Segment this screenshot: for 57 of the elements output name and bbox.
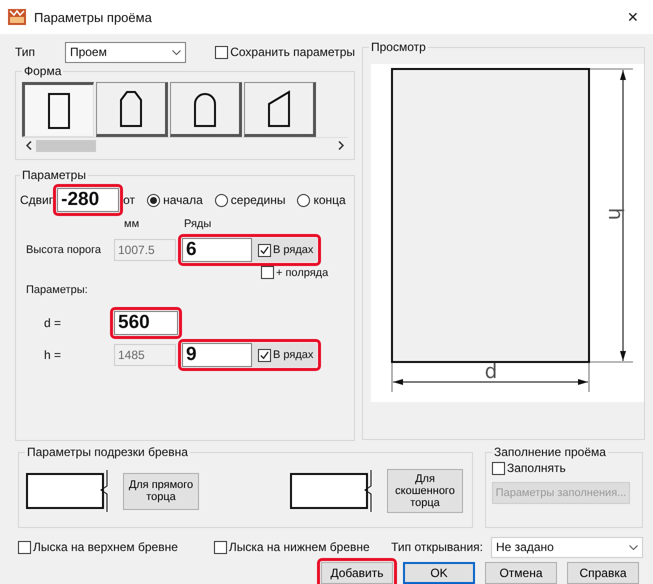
checkbox-label: В рядах: [273, 349, 314, 361]
unit-label: мм: [124, 218, 140, 230]
field-label: Сдвиг: [20, 193, 54, 207]
shape-button[interactable]: [22, 82, 94, 137]
checkbox[interactable]: [214, 540, 227, 554]
checkbox-label: Лыска на нижнем бревне: [228, 540, 370, 554]
radio-button[interactable]: [147, 194, 160, 206]
checkbox-label: + полряда: [276, 266, 328, 278]
radio-button[interactable]: [297, 194, 310, 206]
type-dropdown[interactable]: Проем: [64, 42, 186, 62]
scroll-right-icon[interactable]: [338, 141, 344, 150]
dimension-label: h: [604, 208, 628, 220]
radio-label: начала: [163, 193, 203, 207]
group-title: Просмотр: [370, 40, 427, 54]
trim-button[interactable]: Для прямого торца: [123, 472, 199, 510]
checkbox[interactable]: [261, 266, 274, 279]
scroll-left-icon[interactable]: [26, 141, 32, 150]
dialog-button[interactable]: Отмена: [485, 562, 557, 584]
dropdown-caret-icon: [629, 544, 638, 550]
field-label: Тип: [15, 45, 36, 59]
field-label: h =: [43, 348, 62, 362]
group-title: Параметры: [21, 168, 87, 182]
field-label: d =: [43, 316, 62, 330]
dialog-button[interactable]: Добавить: [321, 562, 393, 584]
shape-button[interactable]: [244, 82, 316, 137]
radio-label: конца: [313, 193, 346, 207]
checkbox[interactable]: [215, 46, 228, 58]
shape-button[interactable]: [170, 82, 242, 137]
checkbox-label: Заполнять: [507, 461, 566, 475]
opening-type-dropdown[interactable]: Не задано: [491, 536, 643, 558]
checkbox-label: В рядах: [273, 244, 314, 256]
scrollbar-thumb[interactable]: [36, 140, 96, 152]
shape-button[interactable]: [96, 82, 168, 137]
checkbox-label: Лыска на верхнем бревне: [33, 540, 178, 554]
shift-field[interactable]: -280: [57, 188, 120, 212]
field-label: Тип открывания:: [391, 540, 483, 554]
radio-label: середины: [230, 193, 286, 207]
trim-button[interactable]: Для скошенного торца: [387, 469, 463, 513]
dialog-button[interactable]: Справка: [567, 562, 639, 584]
dropdown-caret-icon: [172, 50, 182, 54]
d-field[interactable]: 560: [114, 311, 178, 335]
group-title: Параметры подрезки бревна: [26, 445, 189, 459]
checkbox[interactable]: [492, 462, 505, 474]
app-icon: [8, 9, 26, 25]
checkbox-label: Сохранить параметры: [230, 45, 355, 59]
group-title: Заполнение проёма: [493, 445, 607, 459]
dialog-button[interactable]: OK: [403, 562, 475, 584]
column-header: Ряды: [184, 218, 212, 230]
field-label: Высота порога: [25, 244, 102, 256]
radio-button[interactable]: [214, 194, 228, 206]
dimension-label: d: [484, 359, 498, 383]
group-title: Форма: [23, 64, 62, 78]
section-label: Параметры:: [26, 284, 88, 296]
close-icon[interactable]: ✕: [627, 9, 645, 25]
field-label: от: [123, 193, 136, 207]
checkbox[interactable]: [18, 540, 31, 554]
window-title: Параметры проёма: [34, 10, 153, 24]
